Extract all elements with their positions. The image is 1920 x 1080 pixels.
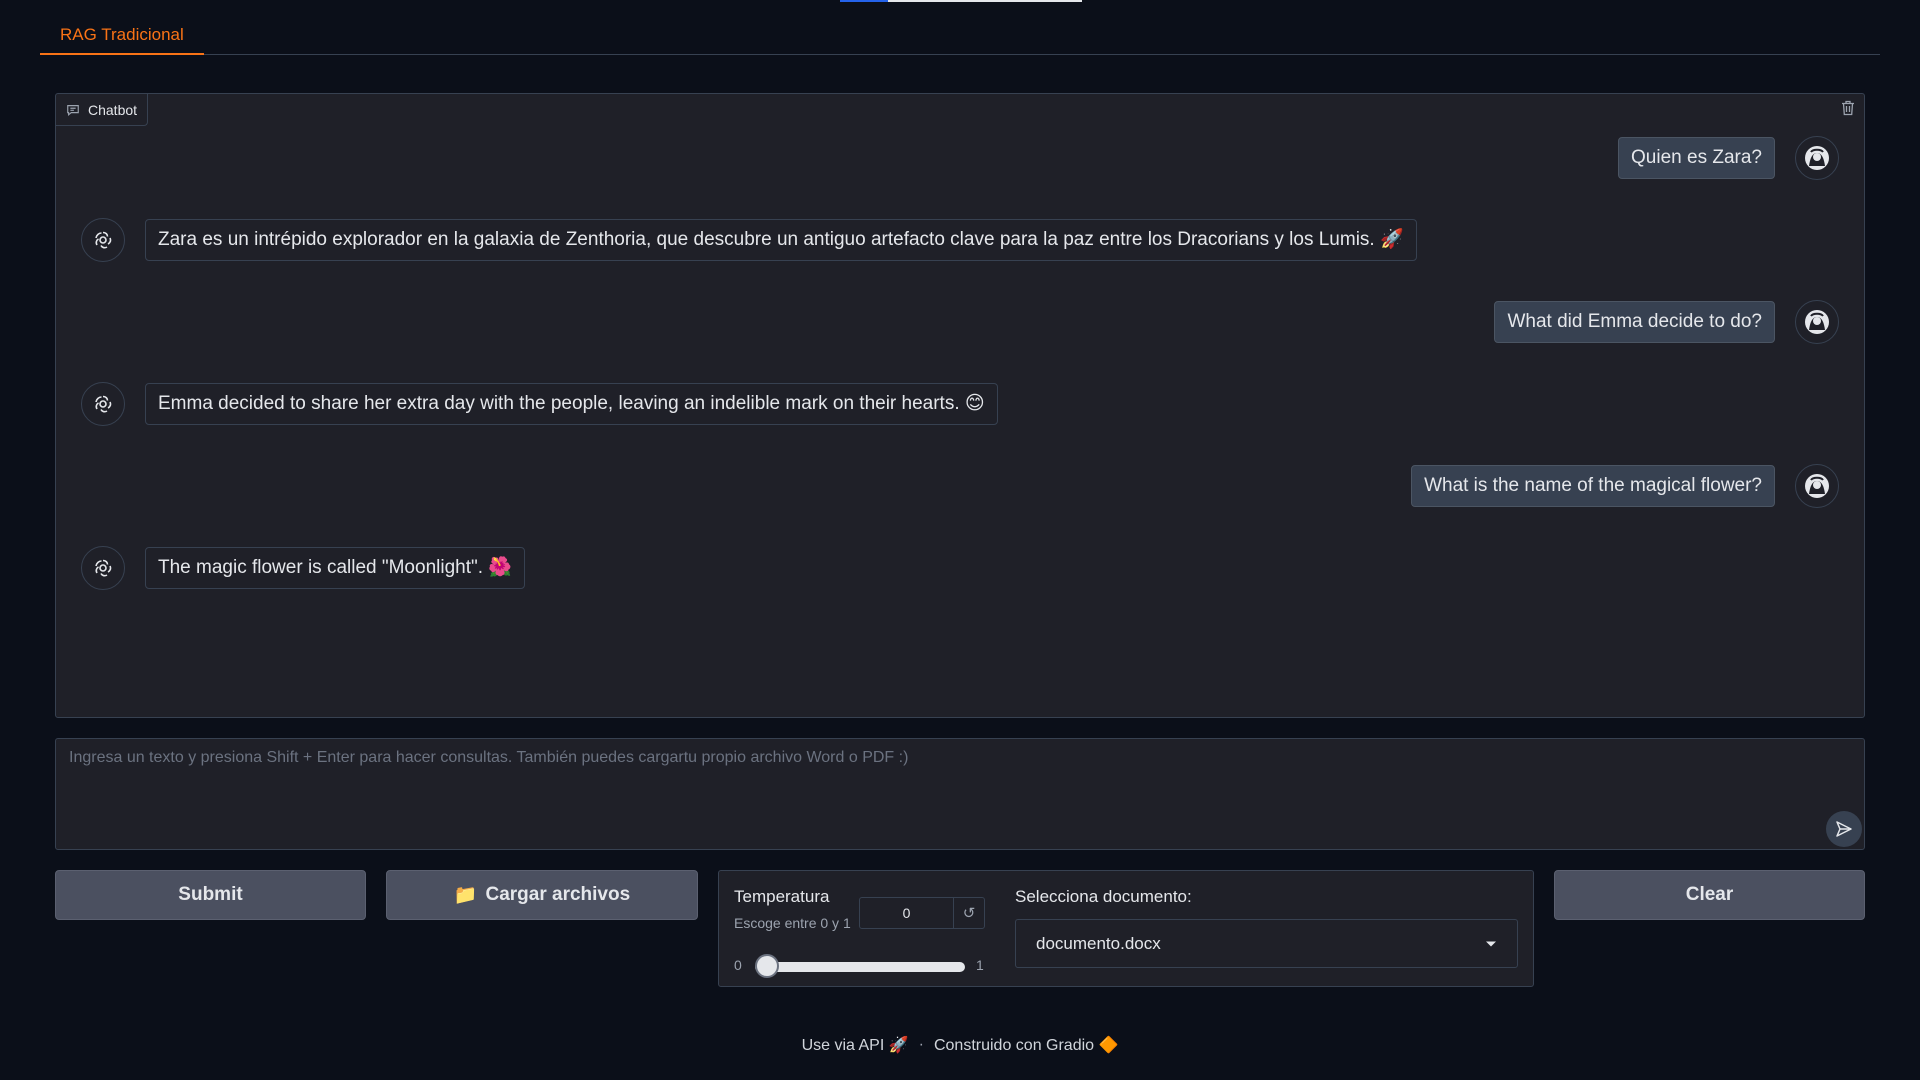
footer: Use via API 🚀 · Construido con Gradio 🔶 xyxy=(0,1035,1920,1055)
query-input-container xyxy=(55,738,1865,850)
bot-message: Emma decided to share her extra day with… xyxy=(145,383,998,425)
temperature-slider[interactable] xyxy=(755,962,965,972)
slider-min-label: 0 xyxy=(734,957,742,973)
slider-thumb[interactable] xyxy=(755,954,779,978)
chat-message-bot: Zara es un intrépido explorador en la ga… xyxy=(81,218,1417,262)
clear-button[interactable]: Clear xyxy=(1554,870,1865,920)
slider-max-label: 1 xyxy=(976,957,984,973)
progress-segment xyxy=(840,0,888,2)
user-message: What is the name of the magical flower? xyxy=(1411,465,1775,507)
chatbot-panel: Chatbot Quien es Zara? Zara es un intrép… xyxy=(55,93,1865,718)
user-message: What did Emma decide to do? xyxy=(1494,301,1775,343)
clear-chat-button[interactable] xyxy=(1838,98,1858,118)
openai-icon xyxy=(95,559,112,577)
progress-strip xyxy=(840,0,1082,2)
chat-message-user: Quien es Zara? xyxy=(1618,136,1839,180)
tab-rag-tradicional[interactable]: RAG Tradicional xyxy=(40,18,204,55)
user-avatar-icon xyxy=(1805,474,1829,498)
chat-message-bot: The magic flower is called "Moonlight". … xyxy=(81,546,525,590)
send-button[interactable] xyxy=(1826,811,1862,847)
bot-avatar xyxy=(81,546,125,590)
document-select-label: Selecciona documento: xyxy=(1015,887,1192,906)
chatbot-label-text: Chatbot xyxy=(88,101,138,118)
openai-icon xyxy=(95,395,112,413)
submit-button[interactable]: Submit xyxy=(55,870,366,920)
temperature-input[interactable] xyxy=(860,898,953,928)
user-avatar xyxy=(1795,136,1839,180)
chat-message-user: What is the name of the magical flower? xyxy=(1411,464,1839,508)
user-avatar xyxy=(1795,464,1839,508)
bot-message: Zara es un intrépido explorador en la ga… xyxy=(145,219,1417,261)
footer-separator: · xyxy=(918,1036,924,1053)
user-avatar-icon xyxy=(1805,310,1829,334)
temperature-label: Temperatura xyxy=(734,887,830,906)
chevron-down-icon xyxy=(1486,941,1496,946)
chat-icon xyxy=(67,104,79,116)
built-with-gradio-link[interactable]: Construido con Gradio 🔶 xyxy=(934,1035,1118,1055)
trash-icon xyxy=(1842,100,1854,116)
tab-bar: RAG Tradicional xyxy=(40,18,1880,55)
rocket-icon: 🚀 xyxy=(888,1037,909,1054)
gradio-logo-icon: 🔶 xyxy=(1098,1037,1119,1054)
user-message: Quien es Zara? xyxy=(1618,137,1775,179)
use-via-api-link[interactable]: Use via API 🚀 xyxy=(802,1035,909,1055)
query-input[interactable] xyxy=(56,739,1864,849)
temperature-number-box: ↺ xyxy=(859,897,985,929)
upload-files-button[interactable]: 📁 Cargar archivos xyxy=(386,870,698,920)
document-dropdown[interactable]: documento.docx xyxy=(1015,919,1518,968)
settings-panel: Temperatura Escoge entre 0 y 1 ↺ 0 1 Sel… xyxy=(718,870,1534,987)
chatbot-label: Chatbot xyxy=(56,94,149,126)
bot-avatar xyxy=(81,218,125,262)
document-selected-value: documento.docx xyxy=(1036,933,1161,953)
user-avatar-icon xyxy=(1805,146,1829,170)
chat-message-user: What did Emma decide to do? xyxy=(1494,300,1839,344)
bot-avatar xyxy=(81,382,125,426)
user-avatar xyxy=(1795,300,1839,344)
openai-icon xyxy=(95,231,112,249)
upload-files-label: Cargar archivos xyxy=(485,884,631,905)
folder-icon: 📁 xyxy=(453,885,478,906)
temperature-info: Escoge entre 0 y 1 xyxy=(734,915,851,931)
chat-message-bot: Emma decided to share her extra day with… xyxy=(81,382,998,426)
send-icon xyxy=(1836,821,1852,837)
reset-icon[interactable]: ↺ xyxy=(953,898,984,928)
bot-message: The magic flower is called "Moonlight". … xyxy=(145,547,525,589)
